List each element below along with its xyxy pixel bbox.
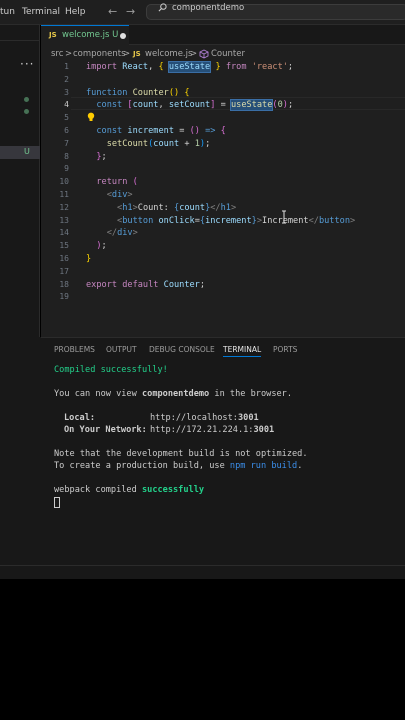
code-line: 14 </div> [59, 228, 138, 239]
tab-output[interactable]: OUTPUT [106, 345, 137, 354]
note-line-1: Note that the development build is not o… [54, 449, 308, 459]
code-editor[interactable]: src > components > JS welcome.js > Count… [41, 45, 405, 337]
code-line: 8 }; [64, 151, 107, 162]
code-line: 10 return ( [59, 177, 138, 188]
js-file-icon: JS [133, 50, 141, 58]
tab-label: welcome.js U [62, 30, 119, 40]
line-11-code: <div> [106, 189, 133, 200]
code-lines: 1 import React, { useState } from 'react'… [41, 61, 405, 304]
line-15-code: ); [96, 241, 107, 252]
code-line: 17 [59, 266, 69, 276]
line-8-code: }; [96, 151, 107, 162]
menu-terminal[interactable]: Terminal [22, 7, 60, 17]
editor-tab-bar: JS welcome.js U [41, 25, 405, 45]
search-text[interactable]: componentdemo [172, 3, 244, 13]
breadcrumb-separator: > [65, 49, 73, 59]
forward-arrow-icon[interactable]: → [126, 5, 135, 18]
code-line: 16} [59, 253, 92, 264]
breadcrumb-src[interactable]: src [51, 49, 63, 59]
terminal-cursor [54, 497, 60, 508]
status-bar [0, 565, 405, 579]
line-16-code: } [86, 253, 92, 264]
code-line: 6 const increment = () => { [64, 125, 226, 136]
breadcrumb-components[interactable]: components [73, 49, 126, 59]
more-actions-icon[interactable]: ··· [20, 57, 34, 71]
back-arrow-icon[interactable]: ← [108, 5, 117, 18]
code-line: 1 import React, { useState } from 'react'… [64, 61, 294, 73]
sidebar-lower [0, 337, 41, 565]
line-10-code: return ( [96, 177, 138, 188]
breadcrumb-symbol[interactable]: Counter [211, 49, 245, 59]
git-status-dot [24, 109, 29, 114]
line-12-code: <h1>Count: {count}</h1> [117, 202, 237, 213]
code-line: 15 ); [59, 241, 107, 252]
breadcrumb-separator: > [123, 49, 131, 59]
code-line: 2 [64, 74, 69, 84]
symbol-function-icon [199, 49, 209, 59]
js-file-icon: JS [49, 31, 57, 39]
line-13-code: <button onClick={increment}>Increment</b… [117, 215, 356, 226]
divider [0, 40, 40, 41]
webpack-status: webpack compiled successfully [54, 485, 205, 495]
line-14-code: </div> [106, 228, 138, 239]
line-1-code: import React, { useState } from 'react'; [86, 61, 294, 73]
code-line: 5 [64, 113, 69, 123]
title-bar: tun Terminal Help ← → componentdemo [0, 0, 405, 25]
breadcrumb-separator: > [190, 49, 198, 59]
breadcrumb-file[interactable]: welcome.js [145, 49, 192, 59]
terminal-output[interactable]: Compiled successfully! You can now view … [54, 364, 308, 508]
code-line: 12 <h1>Count: {count}</h1> [59, 202, 237, 213]
tab-terminal[interactable]: TERMINAL [223, 345, 262, 357]
line-6-code: const increment = () => { [96, 125, 226, 136]
menu-help[interactable]: Help [65, 7, 86, 17]
code-line: 19 [59, 292, 69, 302]
search-icon [158, 3, 167, 12]
unsaved-dot-icon[interactable] [120, 33, 126, 39]
code-line: 4 const [count, setCount] = useState(0); [64, 99, 294, 112]
line-18-code: export default Counter; [86, 279, 206, 290]
compiled-message: Compiled successfully! [54, 365, 168, 375]
line-3-code: function Counter() { [86, 87, 190, 98]
line-7-code: setCount(count + 1); [106, 138, 211, 149]
code-line: 18 export default Counter; [59, 279, 206, 290]
menu-run[interactable]: tun [0, 7, 15, 17]
code-line: 7 setCount(count + 1); [64, 138, 211, 149]
explorer-selected-row[interactable] [0, 146, 40, 159]
code-line: 9 [64, 164, 69, 174]
network-url-row: On Your Network: http://172.21.224.1:3001 [64, 425, 275, 435]
code-line: 11 <div> [59, 189, 133, 200]
tab-welcome-js[interactable]: JS welcome.js U [41, 25, 129, 45]
bottom-panel: PROBLEMS OUTPUT DEBUG CONSOLE TERMINAL P… [41, 337, 405, 565]
tab-problems[interactable]: PROBLEMS [54, 345, 95, 354]
note-line-2: To create a production build, use npm ru… [54, 461, 303, 471]
line-4-code: const [count, setCount] = useState(0); [96, 99, 294, 112]
view-message: You can now view componentdemo in the br… [54, 389, 293, 399]
code-line: 13 <button onClick={increment}>Increment… [59, 215, 356, 226]
code-line: 3 function Counter() { [64, 87, 190, 98]
tab-debug-console[interactable]: DEBUG CONSOLE [149, 345, 215, 354]
untracked-badge: U [24, 147, 30, 156]
lightbulb-icon[interactable] [87, 112, 95, 122]
local-url-row: Local: http://localhost:3001 [64, 413, 259, 423]
git-status-dot [24, 97, 29, 102]
text-cursor-icon [282, 210, 286, 224]
tab-ports[interactable]: PORTS [273, 345, 297, 354]
